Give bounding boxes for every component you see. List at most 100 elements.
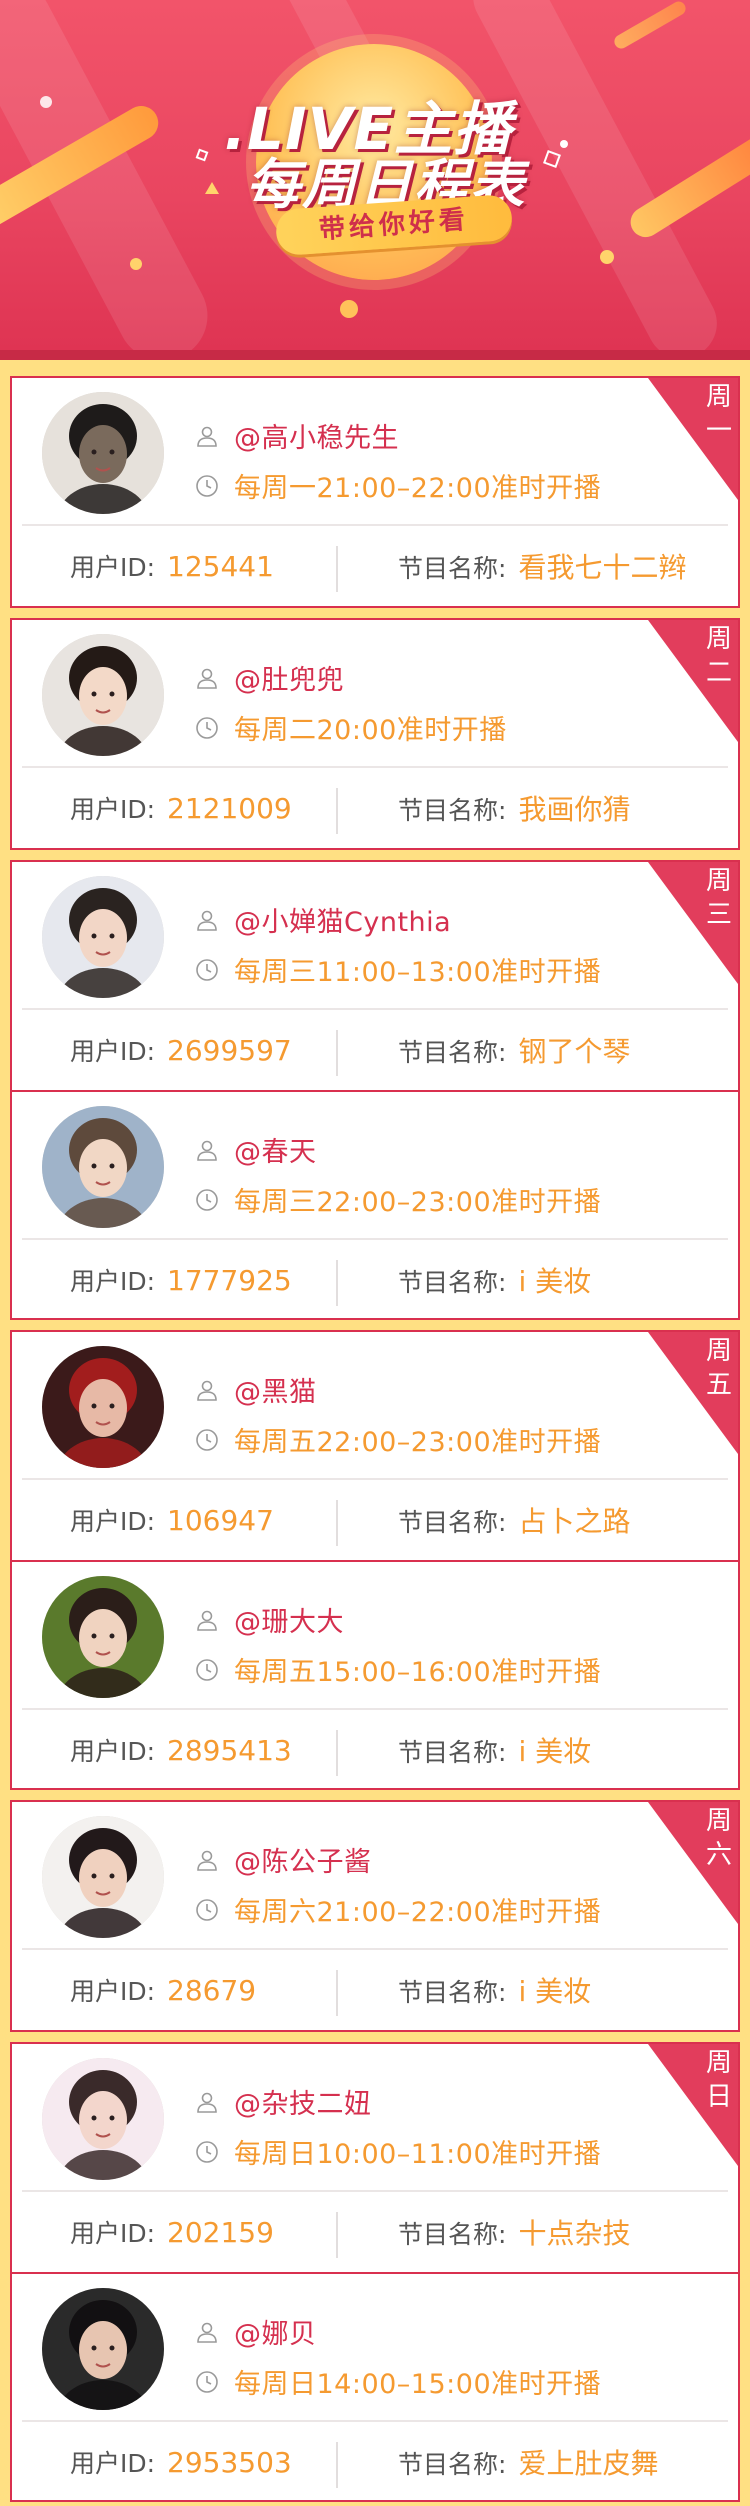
avatar[interactable] xyxy=(42,1346,164,1468)
divider xyxy=(336,1500,338,1546)
program-label: 节目名称: xyxy=(398,554,507,583)
streamer-name-row: @娜贝 xyxy=(194,2312,317,2351)
streamer-name[interactable]: @杂技二妞 xyxy=(234,2082,372,2121)
streamer-card[interactable]: @春天 每周三22:00–23:00准时开播 用户ID: 1777925 节目名… xyxy=(12,1090,738,1318)
streamer-name[interactable]: @娜贝 xyxy=(234,2312,317,2351)
avatar[interactable] xyxy=(42,1576,164,1698)
streamer-card[interactable]: @肚兜兜 每周二20:00准时开播 用户ID: 2121009 节目名称: 我画… xyxy=(12,620,738,848)
user-id-cell: 用户ID: 1777925 xyxy=(70,1262,292,1298)
schedule-time: 每周六21:00–22:00准时开播 xyxy=(234,1897,602,1928)
user-id-value: 125441 xyxy=(167,550,274,583)
card-footer: 用户ID: 2121009 节目名称: 我画你猜 xyxy=(12,768,738,848)
program-cell: 节目名称: i 美妆 xyxy=(398,1970,591,2010)
program-label: 节目名称: xyxy=(398,2450,507,2479)
user-icon xyxy=(194,2319,220,2345)
schedule-list: 周一 @高小稳先生 每周一21:00–22:00准时开播 用户ID: 12544… xyxy=(0,360,750,2502)
user-id-label: 用户ID: xyxy=(70,2449,156,2478)
streamer-name[interactable]: @黑猫 xyxy=(234,1370,317,1409)
program-name: 十点杂技 xyxy=(518,2217,631,2250)
streamer-card[interactable]: @娜贝 每周日14:00–15:00准时开播 用户ID: 2953503 节目名… xyxy=(12,2272,738,2500)
streamer-card[interactable]: @黑猫 每周五22:00–23:00准时开播 用户ID: 106947 节目名称… xyxy=(12,1332,738,1560)
card-footer: 用户ID: 2895413 节目名称: i 美妆 xyxy=(12,1710,738,1788)
divider xyxy=(336,1730,338,1776)
user-icon xyxy=(194,907,220,933)
schedule-time: 每周五22:00–23:00准时开播 xyxy=(234,1427,602,1458)
user-id-value: 2953503 xyxy=(167,2446,292,2479)
program-label: 节目名称: xyxy=(398,1268,507,1297)
user-icon xyxy=(194,1847,220,1873)
header-banner: .LIVE主播 每周日程表 带给你好看 xyxy=(0,0,750,360)
user-icon xyxy=(194,665,220,691)
streamer-card[interactable]: @珊大大 每周五15:00–16:00准时开播 用户ID: 2895413 节目… xyxy=(12,1560,738,1788)
user-id-label: 用户ID: xyxy=(70,1267,156,1296)
schedule-time-row: 每周三22:00–23:00准时开播 xyxy=(194,1180,601,1219)
day-group-6: 周日 @杂技二妞 每周日10:00–11:00准时开播 用户ID: 202159… xyxy=(10,2042,740,2502)
streamer-name[interactable]: @高小稳先生 xyxy=(234,416,399,455)
user-icon xyxy=(194,1377,220,1403)
user-icon xyxy=(194,2089,220,2115)
streamer-card[interactable]: @陈公子酱 每周六21:00–22:00准时开播 用户ID: 28679 节目名… xyxy=(12,1802,738,2030)
clock-icon xyxy=(194,1657,220,1683)
program-cell: 节目名称: i 美妆 xyxy=(398,1260,591,1300)
schedule-time: 每周日10:00–11:00准时开播 xyxy=(234,2139,602,2170)
avatar[interactable] xyxy=(42,876,164,998)
card-footer: 用户ID: 28679 节目名称: i 美妆 xyxy=(12,1950,738,2030)
streamer-name-row: @黑猫 xyxy=(194,1370,317,1409)
streamer-card[interactable]: @小婵猫Cynthia 每周三11:00–13:00准时开播 用户ID: 269… xyxy=(12,862,738,1090)
divider xyxy=(336,1260,338,1306)
program-cell: 节目名称: 占卜之路 xyxy=(398,1500,630,1540)
card-footer: 用户ID: 2699597 节目名称: 钢了个琴 xyxy=(12,1010,738,1090)
streamer-name[interactable]: @小婵猫Cynthia xyxy=(234,900,451,939)
schedule-time-row: 每周五22:00–23:00准时开播 xyxy=(194,1420,601,1459)
clock-icon xyxy=(194,2139,220,2165)
user-id-cell: 用户ID: 2895413 xyxy=(70,1732,292,1768)
program-label: 节目名称: xyxy=(398,2220,507,2249)
user-id-cell: 用户ID: 2953503 xyxy=(70,2444,292,2480)
program-cell: 节目名称: 我画你猜 xyxy=(398,788,630,828)
streamer-card[interactable]: @杂技二妞 每周日10:00–11:00准时开播 用户ID: 202159 节目… xyxy=(12,2044,738,2272)
clock-icon xyxy=(194,1897,220,1923)
user-id-label: 用户ID: xyxy=(70,1507,156,1536)
program-name: i 美妆 xyxy=(518,1975,592,2008)
schedule-time-row: 每周一21:00–22:00准时开播 xyxy=(194,466,601,505)
streamer-name-row: @肚兜兜 xyxy=(194,658,344,697)
day-group-4: 周五 @黑猫 每周五22:00–23:00准时开播 用户ID: 106947 节… xyxy=(10,1330,740,1790)
avatar[interactable] xyxy=(42,1816,164,1938)
streamer-name[interactable]: @春天 xyxy=(234,1130,317,1169)
clock-icon xyxy=(194,957,220,983)
avatar[interactable] xyxy=(42,2058,164,2180)
user-id-label: 用户ID: xyxy=(70,1037,156,1066)
user-id-label: 用户ID: xyxy=(70,1977,156,2006)
streamer-name[interactable]: @陈公子酱 xyxy=(234,1840,372,1879)
avatar[interactable] xyxy=(42,2288,164,2410)
program-name: 看我七十二辫 xyxy=(518,551,687,584)
schedule-time: 每周三22:00–23:00准时开播 xyxy=(234,1187,602,1218)
user-id-cell: 用户ID: 202159 xyxy=(70,2214,274,2250)
program-cell: 节目名称: 十点杂技 xyxy=(398,2212,630,2252)
avatar[interactable] xyxy=(42,392,164,514)
user-id-label: 用户ID: xyxy=(70,795,156,824)
schedule-time: 每周三11:00–13:00准时开播 xyxy=(234,957,602,988)
schedule-time-row: 每周二20:00准时开播 xyxy=(194,708,507,747)
decor-stripe xyxy=(611,0,689,52)
divider xyxy=(336,1970,338,2016)
streamer-name[interactable]: @肚兜兜 xyxy=(234,658,344,697)
user-id-label: 用户ID: xyxy=(70,1737,156,1766)
streamer-card[interactable]: @高小稳先生 每周一21:00–22:00准时开播 用户ID: 125441 节… xyxy=(12,378,738,606)
program-name: i 美妆 xyxy=(518,1735,592,1768)
user-icon xyxy=(194,1137,220,1163)
avatar[interactable] xyxy=(42,634,164,756)
card-footer: 用户ID: 125441 节目名称: 看我七十二辫 xyxy=(12,526,738,606)
user-id-value: 106947 xyxy=(167,1504,274,1537)
streamer-name-row: @杂技二妞 xyxy=(194,2082,372,2121)
user-id-cell: 用户ID: 125441 xyxy=(70,548,274,584)
program-name: 我画你猜 xyxy=(518,793,631,826)
streamer-name[interactable]: @珊大大 xyxy=(234,1600,344,1639)
streamer-name-row: @高小稳先生 xyxy=(194,416,399,455)
avatar[interactable] xyxy=(42,1106,164,1228)
day-group-2: 周二 @肚兜兜 每周二20:00准时开播 用户ID: 2121009 节目名称:… xyxy=(10,618,740,850)
card-footer: 用户ID: 1777925 节目名称: i 美妆 xyxy=(12,1240,738,1318)
user-id-value: 2121009 xyxy=(167,792,292,825)
schedule-time-row: 每周六21:00–22:00准时开播 xyxy=(194,1890,601,1929)
clock-icon xyxy=(194,2369,220,2395)
